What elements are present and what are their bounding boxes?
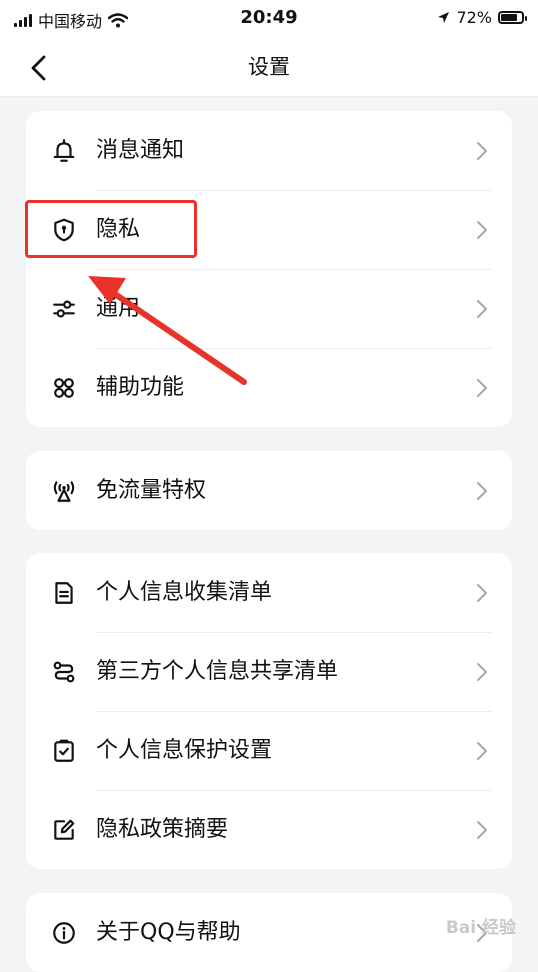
row-label: 免流量特权 <box>96 478 207 503</box>
status-bar: 中国移动 20:49 72% <box>0 0 538 38</box>
row-free-traffic[interactable]: 免流量特权 <box>26 451 512 530</box>
grid-icon <box>50 374 78 402</box>
row-label: 个人信息收集清单 <box>96 580 273 605</box>
row-privacy-policy-summary[interactable]: 隐私政策摘要 <box>26 790 512 869</box>
privacy-highlight-box <box>25 200 197 258</box>
chevron-right-icon <box>477 379 487 397</box>
battery-percent: 72% <box>456 8 492 27</box>
row-label: 隐私政策摘要 <box>96 817 229 842</box>
settings-group-about: 关于QQ与帮助 <box>26 893 512 972</box>
row-label: 关于QQ与帮助 <box>96 920 241 945</box>
chevron-right-icon <box>477 821 487 839</box>
edit-icon <box>50 816 78 844</box>
row-info-protection-settings[interactable]: 个人信息保护设置 <box>26 711 512 790</box>
sliders-icon <box>50 295 78 323</box>
chevron-right-icon <box>477 742 487 760</box>
share-icon <box>50 658 78 686</box>
settings-group-main: 消息通知 隐私 通用 辅助功能 <box>26 111 512 427</box>
row-label: 辅助功能 <box>96 375 185 400</box>
row-third-party-sharing-list[interactable]: 第三方个人信息共享清单 <box>26 632 512 711</box>
status-right: 72% <box>437 8 527 27</box>
row-notifications[interactable]: 消息通知 <box>26 111 512 190</box>
battery-icon <box>498 11 527 24</box>
row-accessibility[interactable]: 辅助功能 <box>26 348 512 427</box>
info-icon <box>50 919 78 947</box>
signal-tower-icon <box>50 477 78 505</box>
row-label: 第三方个人信息共享清单 <box>96 659 339 684</box>
row-label: 个人信息保护设置 <box>96 738 273 763</box>
bell-icon <box>50 137 78 165</box>
settings-group-personal-info: 个人信息收集清单 第三方个人信息共享清单 个人信息保护设置 隐私政策摘要 <box>26 553 512 869</box>
location-arrow-icon <box>438 12 450 23</box>
row-label: 消息通知 <box>96 138 185 163</box>
row-label: 通用 <box>96 296 141 321</box>
settings-group-data-plan: 免流量特权 <box>26 451 512 530</box>
chevron-right-icon <box>477 300 487 318</box>
row-general[interactable]: 通用 <box>26 269 512 348</box>
chevron-right-icon <box>477 663 487 681</box>
navigation-bar: 设置 <box>0 38 538 97</box>
row-info-collection-list[interactable]: 个人信息收集清单 <box>26 553 512 632</box>
chevron-right-icon <box>477 482 487 500</box>
chevron-right-icon <box>477 221 487 239</box>
watermark: Bai 经验 <box>445 918 516 938</box>
row-about-and-help[interactable]: 关于QQ与帮助 <box>26 893 512 972</box>
check-square-icon <box>50 737 78 765</box>
chevron-right-icon <box>477 142 487 160</box>
document-icon <box>50 579 78 607</box>
page-title: 设置 <box>248 55 290 79</box>
chevron-right-icon <box>477 584 487 602</box>
